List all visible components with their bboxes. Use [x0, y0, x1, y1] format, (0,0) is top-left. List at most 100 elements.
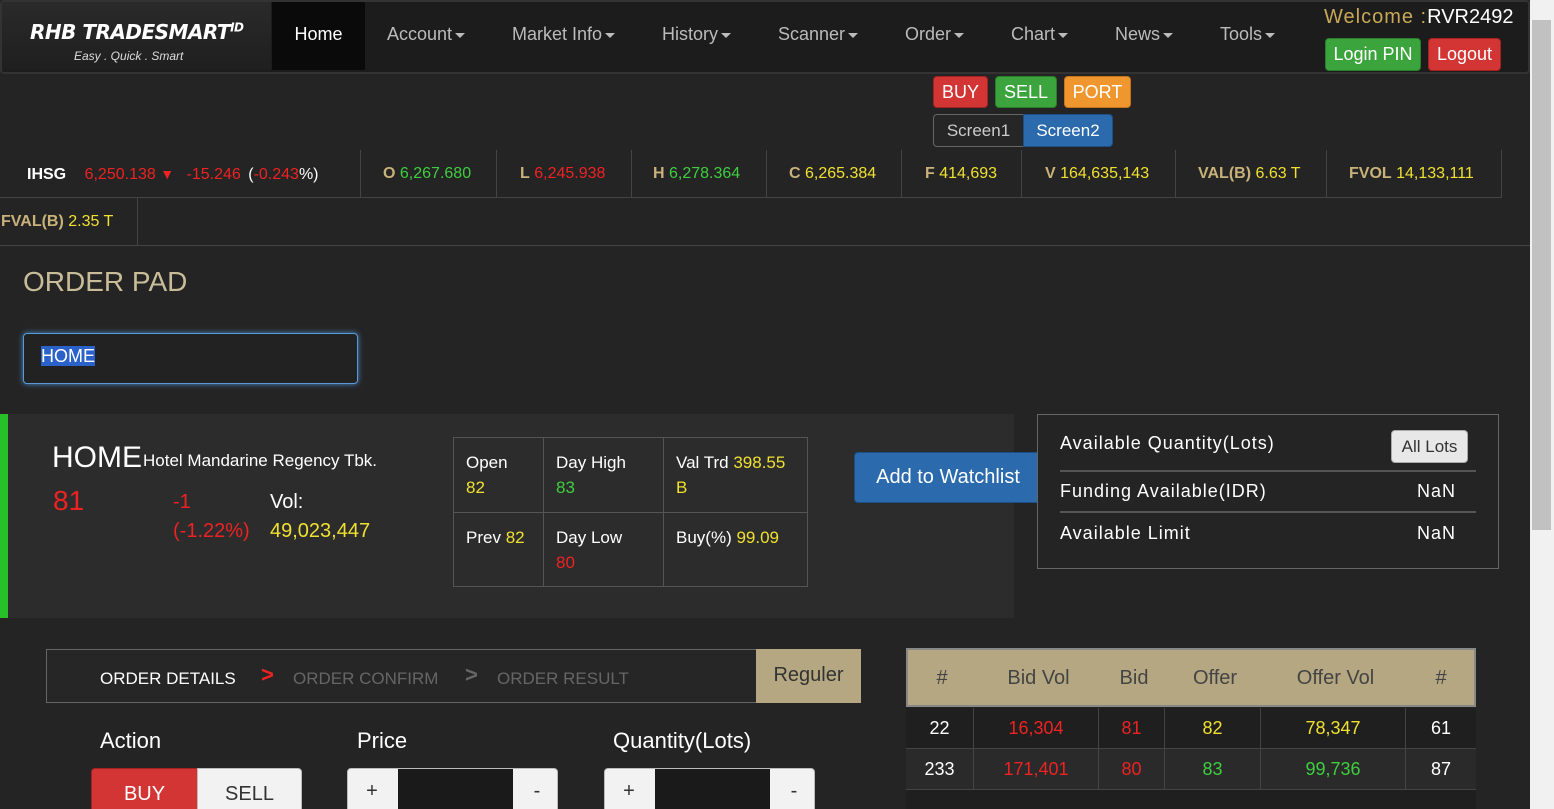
caret-down-icon: [954, 32, 965, 38]
step-order-confirm: ORDER CONFIRM: [293, 669, 439, 688]
table-row[interactable]: 233 171,401 80 83 99,736 87: [906, 749, 1476, 790]
quantity-plus-button[interactable]: +: [605, 769, 653, 809]
index-change-pct: -0.243: [253, 166, 299, 183]
step-order-details: ORDER DETAILS: [100, 669, 236, 688]
index-name: IHSG: [27, 166, 67, 183]
offer-count: 61: [1430, 718, 1452, 738]
nav-history[interactable]: History: [662, 2, 732, 70]
action-buy-button[interactable]: BUY: [91, 768, 198, 809]
col-header: #: [1435, 667, 1447, 689]
page-title: ORDER PAD: [23, 266, 188, 297]
action-sell-button[interactable]: SELL: [197, 768, 302, 809]
nav-label: Market Info: [512, 24, 603, 44]
quantity-label: Quantity(Lots): [613, 728, 752, 753]
price-minus-button[interactable]: -: [513, 769, 561, 809]
caret-down-icon: [455, 32, 466, 38]
caret-down-icon: [1163, 32, 1174, 38]
all-lots-button[interactable]: All Lots: [1391, 430, 1468, 463]
brand-logo[interactable]: RHB TRADESMARTID Easy . Quick . Smart: [2, 2, 271, 70]
index-foreign-value: FVAL(B) 2.35 T: [0, 198, 138, 246]
nav-label: History: [662, 24, 719, 44]
brand-tagline: Easy . Quick . Smart: [74, 49, 184, 63]
logout-button[interactable]: Logout: [1428, 38, 1501, 71]
offer-volume: 78,347: [1261, 708, 1406, 749]
username: RVR2492: [1427, 6, 1514, 28]
order-steps: ORDER DETAILS > ORDER CONFIRM > ORDER RE…: [46, 649, 861, 703]
nav-home[interactable]: Home: [272, 2, 365, 70]
quick-sell-button[interactable]: SELL: [995, 76, 1057, 108]
last-price: 81: [53, 485, 85, 516]
screen2-tab[interactable]: Screen2: [1023, 114, 1113, 147]
index-low: L 6,245.938: [497, 150, 632, 198]
price-plus-button[interactable]: +: [348, 769, 396, 809]
quantity-minus-button[interactable]: -: [770, 769, 818, 809]
scrollbar-thumb[interactable]: [1532, 20, 1551, 530]
order-book: # Bid Vol Bid Offer Offer Vol # 22 16,30…: [906, 648, 1476, 809]
stat-value-traded: Val Trd 398.55 B: [664, 438, 807, 513]
caret-down-icon: [1265, 32, 1276, 38]
nav-news[interactable]: News: [1115, 2, 1174, 70]
bid-count: 233: [906, 749, 974, 790]
bid-count: 22: [906, 708, 974, 749]
nav-label: Home: [294, 24, 343, 44]
index-main: IHSG 6,250.138 ▼ -15.246 (-0.243%): [0, 150, 361, 198]
stat-prev: Prev 82: [454, 513, 544, 586]
col-header: Bid Vol: [1007, 667, 1070, 689]
nav-order[interactable]: Order: [905, 2, 965, 70]
price-stepper: + -: [347, 768, 558, 809]
brand-suffix: ID: [230, 20, 244, 35]
quick-buy-button[interactable]: BUY: [933, 76, 988, 108]
index-volume: V 164,635,143: [1022, 150, 1176, 198]
down-triangle-icon: ▼: [160, 166, 175, 182]
stat-day-low: Day Low 80: [544, 513, 664, 586]
nav-market-info[interactable]: Market Info: [512, 2, 616, 70]
nav-label: Account: [387, 24, 453, 44]
stat-buy-pct: Buy(%) 99.09: [676, 528, 780, 547]
available-limit-value: NaN: [1416, 523, 1456, 543]
nav-chart[interactable]: Chart: [1011, 2, 1069, 70]
screen1-tab[interactable]: Screen1: [933, 114, 1024, 147]
available-limit-row: Available Limit NaN: [1060, 523, 1456, 543]
nav-label: Order: [905, 24, 952, 44]
quantity-input[interactable]: [655, 769, 770, 809]
quick-port-button[interactable]: PORT: [1064, 76, 1131, 108]
caret-down-icon: [605, 32, 616, 38]
offer-volume: 99,736: [1261, 749, 1406, 790]
bid-price: 80: [1099, 749, 1165, 790]
brand-name: RHB TRADESMART: [30, 20, 231, 44]
table-row[interactable]: 22 16,304 81 82 78,347 61: [906, 708, 1476, 749]
volume-label: Vol:: [270, 491, 304, 513]
nav-scanner[interactable]: Scanner: [778, 2, 859, 70]
nav-label: Chart: [1011, 24, 1056, 44]
col-header: Offer Vol: [1296, 667, 1375, 689]
funding-available-row: Funding Available(IDR) NaN: [1060, 481, 1456, 501]
index-freq: F 414,693: [902, 150, 1022, 198]
index-close: C 6,265.384: [767, 150, 902, 198]
login-pin-button[interactable]: Login PIN: [1325, 38, 1421, 71]
caret-down-icon: [1058, 32, 1069, 38]
price-change-pct: (-1.22%): [173, 520, 250, 542]
step-arrow-icon: >: [465, 662, 478, 687]
board-type-badge[interactable]: Reguler: [756, 649, 861, 703]
stock-stats-grid: Open 82 Day High 83 Val Trd 398.55 B Prev …: [453, 437, 808, 587]
col-header: Bid: [1119, 667, 1149, 689]
offer-price: 83: [1165, 749, 1261, 790]
add-to-watchlist-button[interactable]: Add to Watchlist: [854, 452, 1042, 503]
nav-tools[interactable]: Tools: [1220, 2, 1276, 70]
index-value: 6,250.138: [84, 166, 156, 183]
index-change: -15.246: [186, 166, 241, 183]
volume-value: 49,023,447: [270, 520, 371, 542]
index-ticker: IHSG 6,250.138 ▼ -15.246 (-0.243%) O 6,2…: [0, 150, 1530, 248]
stat-open: Open 82: [454, 438, 544, 513]
nav-label: Tools: [1220, 24, 1263, 44]
order-book-header: # Bid Vol Bid Offer Offer Vol #: [906, 648, 1476, 707]
table-row[interactable]: [906, 790, 1476, 809]
index-high: H 6,278.364: [632, 150, 767, 198]
col-header: #: [936, 667, 948, 689]
company-name: Hotel Mandarine Regency Tbk.: [143, 451, 378, 470]
nav-account[interactable]: Account: [387, 2, 466, 70]
offer-price: 82: [1165, 708, 1261, 749]
price-input[interactable]: [398, 769, 513, 809]
stock-symbol-input[interactable]: HOME: [23, 333, 358, 384]
index-value-billion: VAL(B) 6.63 T: [1176, 150, 1327, 198]
